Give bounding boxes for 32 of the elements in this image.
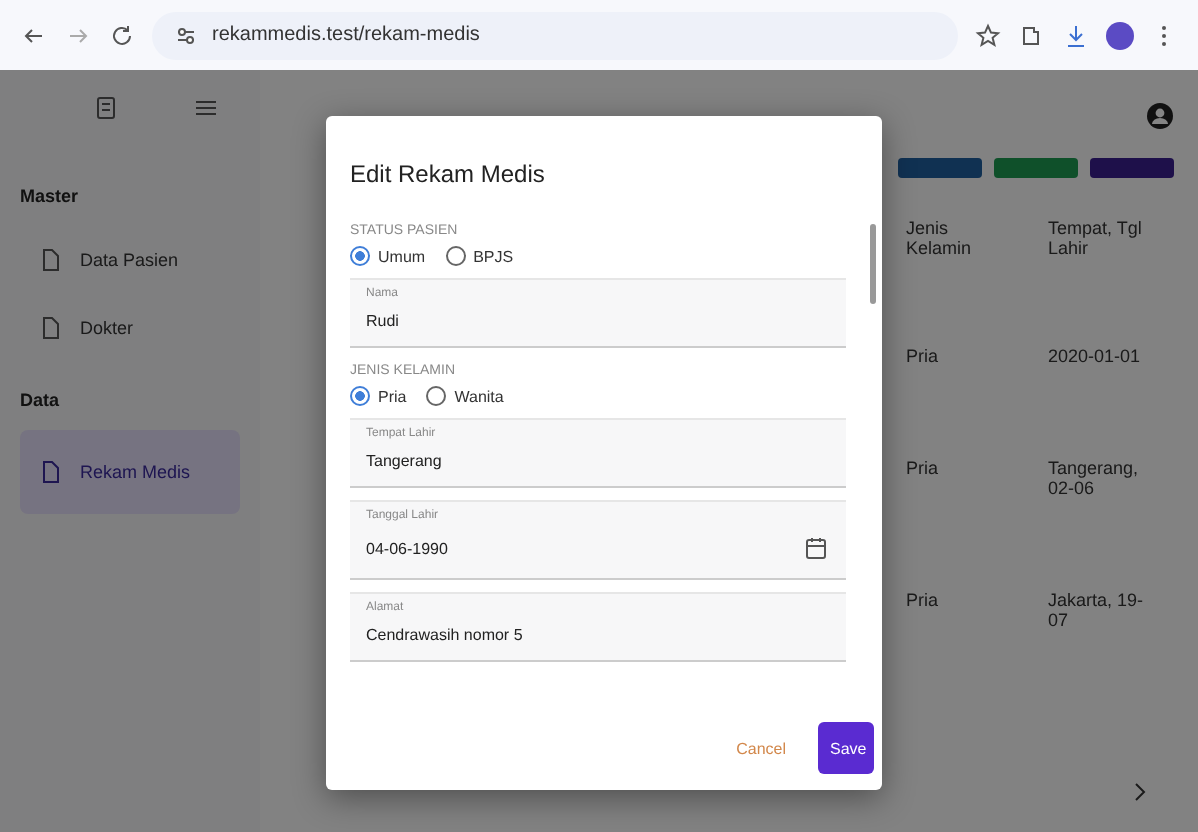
save-button[interactable]: Save bbox=[818, 722, 874, 774]
calendar-icon[interactable] bbox=[802, 534, 830, 562]
field-value: 04-06-1990 bbox=[366, 539, 448, 557]
logo-icon bbox=[92, 94, 120, 122]
sidebar-section-title: Master bbox=[20, 186, 81, 206]
address-bar[interactable]: rekammedis.test/rekam-medis bbox=[152, 11, 958, 59]
sidebar-section-title: Data bbox=[20, 390, 62, 410]
radio-option[interactable]: BPJS bbox=[445, 246, 514, 266]
user-avatar-icon[interactable] bbox=[1146, 102, 1174, 130]
radio-option[interactable]: Wanita bbox=[426, 386, 504, 406]
bookmark-star-icon[interactable] bbox=[974, 21, 1002, 49]
field-value: Rudi bbox=[366, 312, 399, 330]
field-value: Cendrawasih nomor 5 bbox=[366, 626, 523, 644]
reload-icon[interactable] bbox=[108, 21, 136, 49]
radio-option[interactable]: Umum bbox=[350, 246, 426, 266]
field-value: Tangerang bbox=[366, 452, 442, 470]
column-header: Tempat, Tgl Lahir bbox=[1046, 216, 1144, 262]
column-header: Jenis Kelamin bbox=[904, 216, 974, 262]
table-cell-text: Jakarta, 19-07 bbox=[1046, 588, 1146, 634]
table-cell-text: 2020-01-01 bbox=[1046, 344, 1143, 370]
sidebar-item[interactable]: Data Pasien bbox=[20, 226, 240, 294]
table-cell-text: Tangerang, 02-06 bbox=[1046, 456, 1141, 502]
sidebar-item[interactable]: Rekam Medis bbox=[20, 430, 240, 514]
table-cell-text: Pria bbox=[904, 456, 941, 482]
table-cell-text: Pria bbox=[904, 588, 941, 614]
table-cell-text: Pria bbox=[904, 344, 941, 370]
sidebar-item[interactable]: Dokter bbox=[20, 294, 240, 362]
radio-option[interactable]: Pria bbox=[350, 386, 407, 406]
scrollbar[interactable] bbox=[870, 224, 876, 304]
dialog-title: Edit Rekam Medis bbox=[348, 158, 547, 192]
profile-avatar[interactable] bbox=[1106, 21, 1134, 49]
download-icon[interactable] bbox=[1062, 21, 1090, 49]
